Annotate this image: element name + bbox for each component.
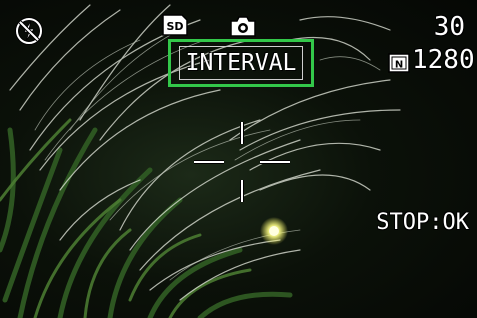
af-frame-icon xyxy=(194,122,290,202)
sd-card-icon: SD xyxy=(162,14,188,36)
mode-indicator: INTERVAL xyxy=(168,39,314,87)
shots-remaining: 30 xyxy=(433,12,465,42)
sd-card-label: SD xyxy=(166,20,183,33)
quality-label: N xyxy=(395,60,403,71)
camera-icon xyxy=(230,16,256,37)
resolution-value: 1280 xyxy=(412,45,475,75)
camera-viewfinder: SD INTERVAL 30 N 1280 STOP:OK xyxy=(0,0,477,318)
flash-off-icon xyxy=(15,17,43,45)
stop-hint: STOP:OK xyxy=(376,210,469,235)
mode-label: INTERVAL xyxy=(178,46,304,80)
quality-normal-icon: N xyxy=(388,53,410,73)
